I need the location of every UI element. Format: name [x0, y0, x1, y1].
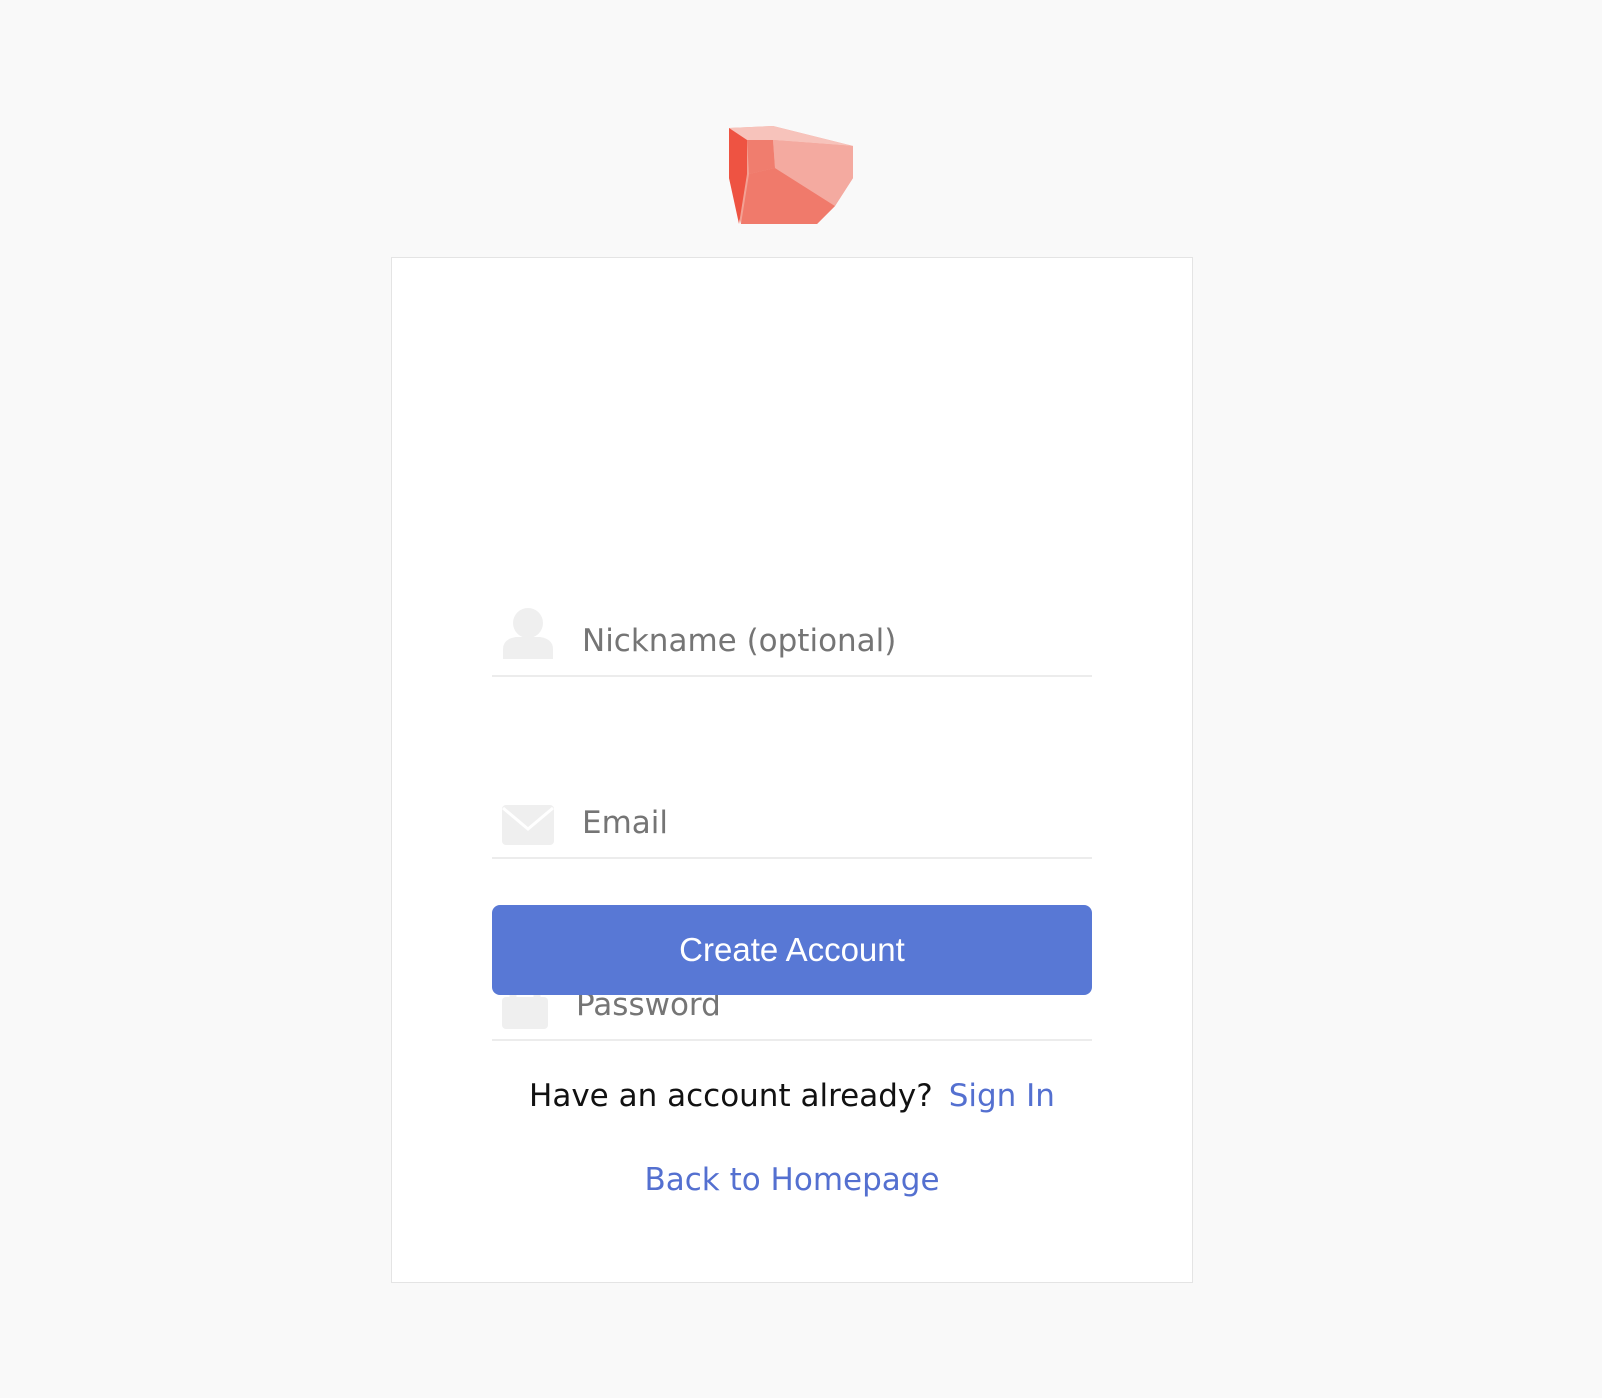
ruby-gem-logo-icon — [729, 126, 855, 228]
nickname-input[interactable] — [582, 605, 1082, 677]
back-home-row: Back to Homepage — [392, 1160, 1192, 1200]
have-account-text: Have an account already? — [529, 1078, 933, 1114]
sign-in-link[interactable]: Sign In — [949, 1078, 1055, 1114]
create-account-button[interactable]: Create Account — [492, 905, 1092, 995]
signup-card: Create Account Have an account already? S… — [391, 257, 1193, 1283]
nickname-field — [492, 605, 1092, 677]
user-icon — [503, 608, 553, 659]
email-input[interactable] — [582, 787, 1082, 859]
back-to-homepage-link[interactable]: Back to Homepage — [644, 1162, 939, 1198]
email-field — [492, 787, 1092, 859]
envelope-icon — [502, 805, 554, 845]
signin-prompt: Have an account already? Sign In — [392, 1076, 1192, 1116]
